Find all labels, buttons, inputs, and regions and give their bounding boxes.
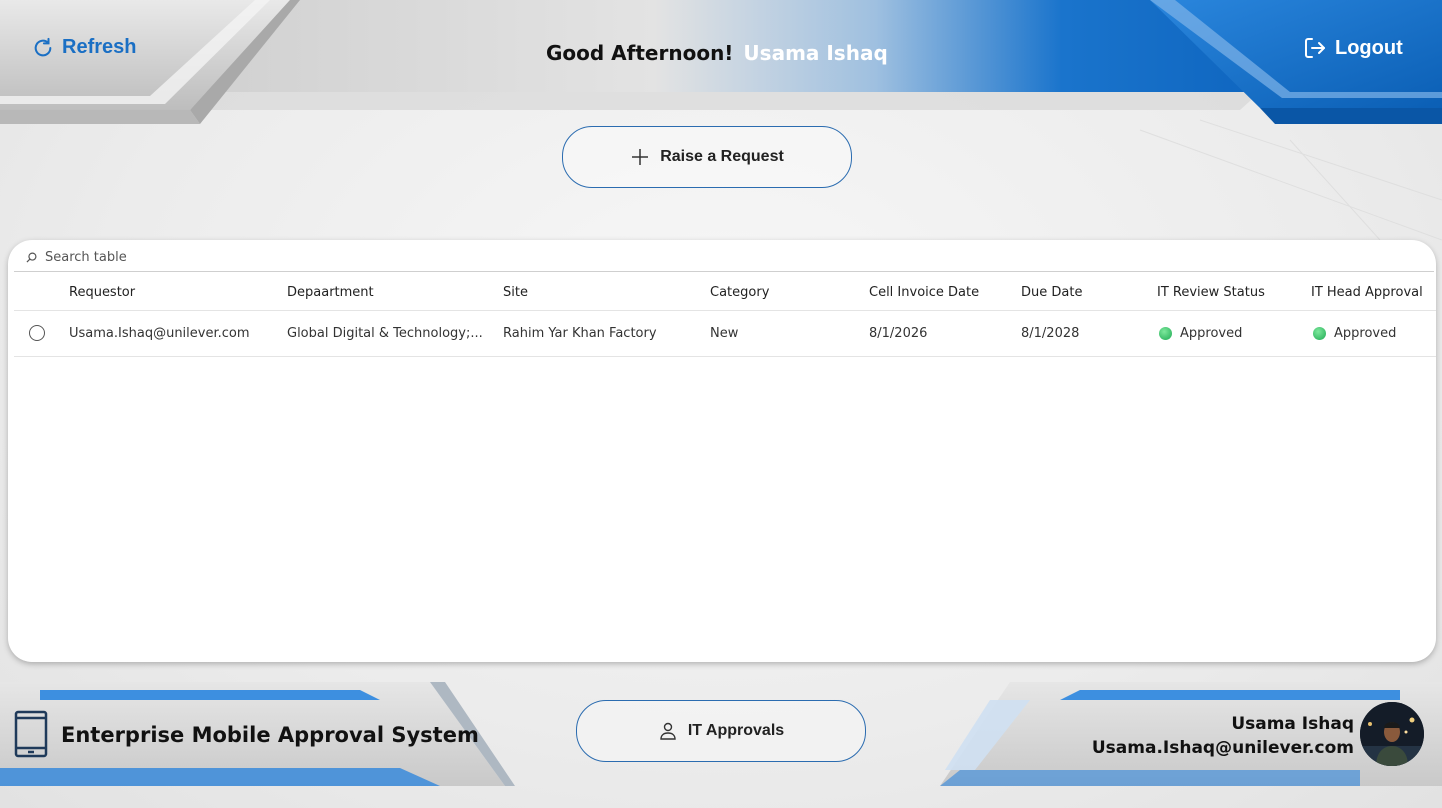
footer-user-email: Usama.Ishaq@unilever.com xyxy=(1091,738,1354,758)
cell-it-review-status: Approved xyxy=(1159,310,1309,356)
logout-button[interactable]: Logout xyxy=(1303,36,1403,60)
refresh-label: Refresh xyxy=(62,36,137,58)
column-header-category[interactable]: Category xyxy=(710,274,860,310)
it-approvals-label: IT Approvals xyxy=(687,722,785,739)
row-select-radio[interactable] xyxy=(29,325,45,341)
column-header-due-date[interactable]: Due Date xyxy=(1021,274,1151,310)
column-header-it-head-approval[interactable]: IT Head Approval xyxy=(1311,274,1436,310)
column-header-it-review-status[interactable]: IT Review Status xyxy=(1157,274,1307,310)
cell-site: Rahim Yar Khan Factory xyxy=(503,325,657,341)
avatar-image xyxy=(1360,702,1424,766)
greeting: Good Afternoon! Usama Ishaq xyxy=(546,41,888,65)
status-badge: Approved xyxy=(1334,325,1397,341)
refresh-icon xyxy=(34,37,52,56)
it-approvals-button[interactable]: IT Approvals xyxy=(576,700,866,762)
column-header-cell-invoice-date[interactable]: Cell Invoice Date xyxy=(869,274,1014,310)
table-row[interactable]: Usama.Ishaq@unilever.com Global Digital … xyxy=(14,310,1436,357)
avatar[interactable] xyxy=(1360,702,1424,766)
person-icon xyxy=(660,722,676,740)
cell-requestor: Usama.Ishaq@unilever.com xyxy=(69,325,250,341)
cell-cell-invoice-date: 8/1/2026 xyxy=(869,325,928,341)
greeting-user-name: Usama Ishaq xyxy=(743,41,888,65)
cell-it-head-approval: Approved xyxy=(1313,310,1436,356)
cell-department: Global Digital & Technology;... xyxy=(287,325,483,341)
raise-request-button[interactable]: Raise a Request xyxy=(562,126,852,188)
logout-icon xyxy=(1305,38,1325,58)
tablet-icon xyxy=(14,710,48,758)
plus-icon xyxy=(632,149,649,165)
cell-category: New xyxy=(710,325,739,341)
status-dot-icon xyxy=(1313,326,1326,340)
search-input[interactable] xyxy=(43,249,1347,266)
search-bar xyxy=(14,244,1434,272)
column-header-department[interactable]: Depaartment xyxy=(287,274,497,310)
logout-label: Logout xyxy=(1335,36,1403,59)
footer-user-name: Usama Ishaq xyxy=(1231,714,1354,734)
requests-table-panel: Requestor Depaartment Site Category Cell… xyxy=(8,240,1436,662)
user-info: Usama Ishaq Usama.Ishaq@unilever.com xyxy=(1092,712,1354,760)
system-title: Enterprise Mobile Approval System xyxy=(61,723,479,747)
column-header-site[interactable]: Site xyxy=(503,274,703,310)
raise-request-label: Raise a Request xyxy=(660,148,784,165)
cell-due-date: 8/1/2028 xyxy=(1021,325,1080,341)
refresh-button[interactable]: Refresh xyxy=(32,36,136,59)
search-icon xyxy=(26,252,37,263)
status-dot-icon xyxy=(1159,326,1172,340)
status-badge: Approved xyxy=(1180,325,1243,341)
column-header-requestor[interactable]: Requestor xyxy=(69,274,279,310)
greeting-text: Good Afternoon! xyxy=(546,41,734,65)
table-header: Requestor Depaartment Site Category Cell… xyxy=(14,274,1436,311)
